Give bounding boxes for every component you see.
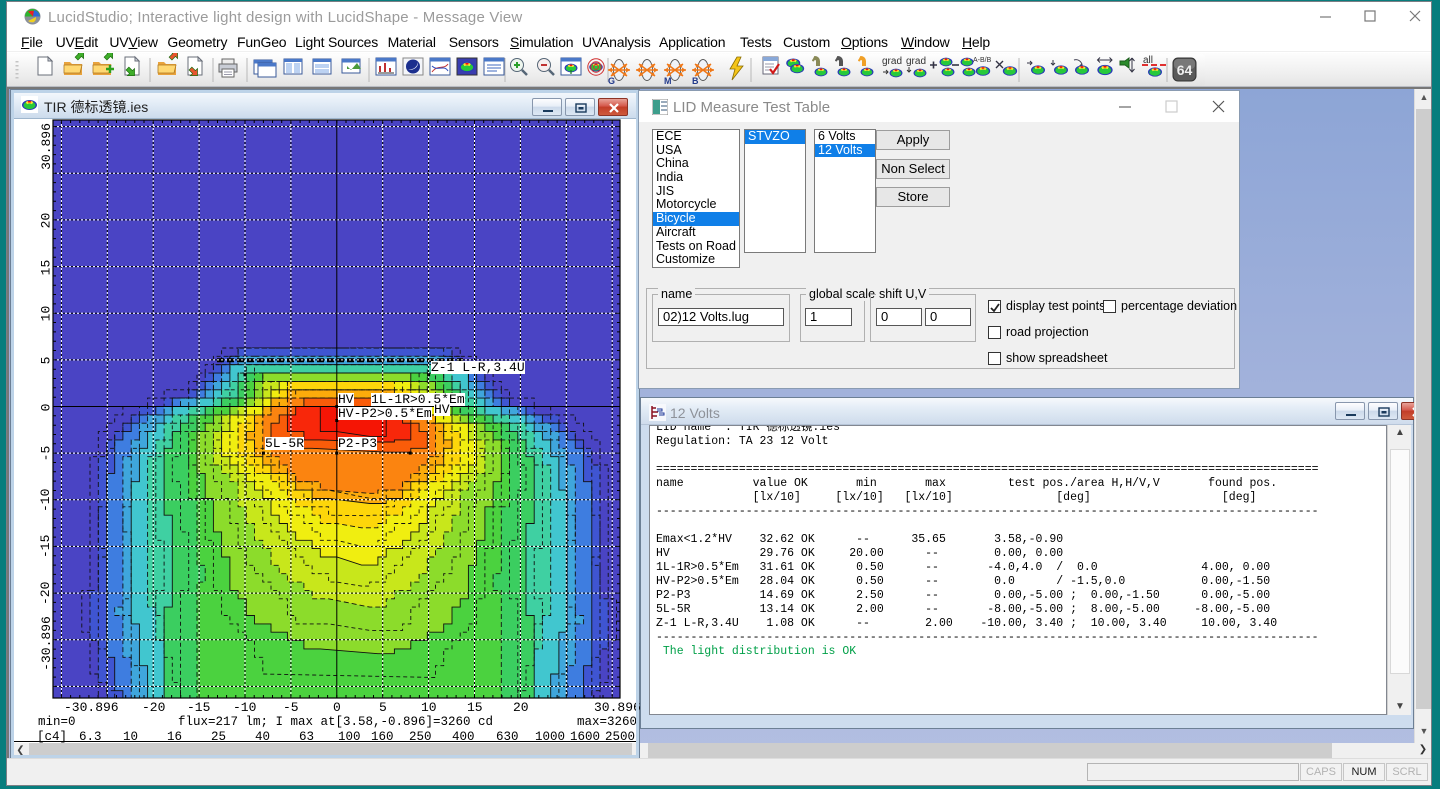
svg-text:G: G [608,76,615,86]
svg-text:grad: grad [906,56,926,67]
svg-text:B: B [692,76,699,86]
svg-text:A-B/B: A-B/B [973,57,992,64]
svg-text:grad: grad [882,56,902,67]
svg-text:64: 64 [1177,62,1193,78]
svg-text:M: M [664,76,672,86]
